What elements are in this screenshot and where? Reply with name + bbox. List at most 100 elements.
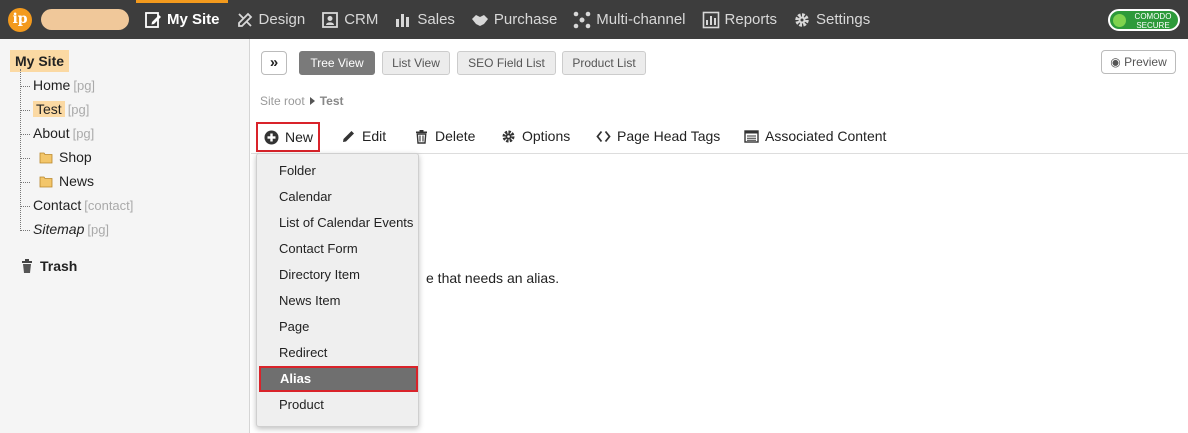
menu-item-alias[interactable]: Alias [259,366,418,392]
plus-circle-icon [264,130,279,144]
menu-item-folder[interactable]: Folder [257,158,418,184]
site-edit-icon [144,11,162,29]
eye-icon: ◉ [1110,55,1121,69]
options-button[interactable]: Options [501,123,570,149]
tab-tree-view[interactable]: Tree View [299,51,375,75]
tree-node-label: News [59,173,95,189]
folder-icon [39,176,53,188]
menu-item-news-item[interactable]: News Item [257,288,418,314]
tree-node-type: [pg] [87,222,110,237]
top-nav: My Site Design CRM Sales Purchase Multi-… [136,0,878,39]
tab-product-list[interactable]: Product List [562,51,646,75]
tree-node-label: About [33,125,70,141]
breadcrumb-separator-icon [309,97,315,105]
nav-reports[interactable]: Reports [694,0,786,39]
expand-sidebar-button[interactable]: » [261,51,287,75]
top-bar: ip My Site Design CRM Sales Purchase Mul… [0,0,1188,39]
tree-node-label: Contact [33,197,82,213]
page-body-text: e that needs an alias. [426,270,560,286]
nav-label: Purchase [493,11,558,28]
tree-node-news[interactable]: News [20,171,94,191]
delete-label: Delete [435,128,476,144]
options-label: Options [522,128,571,144]
page-head-tags-label: Page Head Tags [617,128,721,144]
tree-node-type: [contact] [84,198,134,213]
nav-label: My Site [167,11,220,28]
nav-label: Sales [417,11,455,28]
tree-node-sitemap[interactable]: Sitemap [pg] [20,219,109,239]
bar-chart-icon [394,11,412,29]
nav-my-site[interactable]: My Site [136,0,228,39]
network-icon [573,11,591,29]
menu-item-contact-form[interactable]: Contact Form [257,236,418,262]
tree-node-label: Sitemap [33,221,85,237]
secure-line-1: COMODO [1134,12,1172,21]
delete-button[interactable]: Delete [414,123,475,149]
secure-line-2: SECURE [1136,21,1170,30]
new-button[interactable]: New [256,122,320,152]
tree-node-type: [pg] [67,102,90,117]
nav-sales[interactable]: Sales [386,0,463,39]
tree-node-test[interactable]: Test [pg] [20,99,89,119]
gear-icon [793,11,811,29]
tab-list-view[interactable]: List View [382,51,450,75]
site-tree-sidebar: My Site Home [pg] Test [pg] About [pg] Shop… [0,39,250,433]
menu-item-directory-item[interactable]: Directory Item [257,262,418,288]
page-toolbar: New Edit Delete Options Page Head Tags A… [251,121,1188,154]
menu-item-page[interactable]: Page [257,314,418,340]
pencil-icon [343,130,354,142]
tree-branch [20,205,30,207]
edit-button[interactable]: Edit [341,123,386,149]
tree-node-shop[interactable]: Shop [20,147,92,167]
comodo-secure-badge: COMODO SECURE [1108,9,1180,31]
nav-label: Design [258,11,306,28]
nav-label: Reports [724,11,778,28]
edit-label: Edit [362,128,387,144]
page-head-tags-button[interactable]: Page Head Tags [596,123,720,149]
menu-item-redirect[interactable]: Redirect [257,340,418,366]
trash-node[interactable]: Trash [20,258,77,274]
nav-crm[interactable]: CRM [313,0,386,39]
new-dropdown-menu: Folder Calendar List of Calendar Events … [256,153,419,427]
trash-can-icon [22,259,32,273]
trash-icon [416,129,427,144]
menu-item-product[interactable]: Product [257,392,418,418]
thumbs-up-icon [1113,14,1126,27]
contact-card-icon [321,11,339,29]
nav-multi-channel[interactable]: Multi-channel [565,0,693,39]
handshake-icon [471,11,489,29]
nav-purchase[interactable]: Purchase [463,0,565,39]
nav-label: Settings [816,11,871,28]
nav-design[interactable]: Design [228,0,314,39]
breadcrumb-root[interactable]: Site root [260,94,305,108]
menu-item-list-of-calendar-events[interactable]: List of Calendar Events [257,210,418,236]
nav-settings[interactable]: Settings [785,0,878,39]
tree-node-type: [pg] [73,78,96,93]
code-brackets-icon [596,130,611,142]
tree-node-label: Shop [59,149,92,165]
menu-item-calendar[interactable]: Calendar [257,184,418,210]
pencil-ruler-icon [236,11,254,29]
tree-node-contact[interactable]: Contact [contact] [20,195,133,215]
new-label: New [285,129,314,145]
preview-button[interactable]: ◉ Preview [1101,50,1176,74]
nav-label: Multi-channel [596,11,686,28]
associated-content-button[interactable]: Associated Content [744,123,886,149]
tab-seo-field-list[interactable]: SEO Field List [457,51,556,75]
tree-node-type: [pg] [72,126,95,141]
site-selector[interactable] [41,9,129,30]
tree-branch [20,133,30,135]
folder-icon [39,152,53,164]
tree-root[interactable]: My Site [10,50,70,72]
app-logo[interactable]: ip [8,8,32,32]
nav-label: CRM [344,11,379,28]
tree-node-label: Test [33,101,65,117]
tree-node-about[interactable]: About [pg] [20,123,94,143]
trash-label: Trash [40,258,78,274]
associated-content-label: Associated Content [765,128,887,144]
tree-branch [20,85,30,87]
preview-label: Preview [1124,55,1167,69]
tree-node-home[interactable]: Home [pg] [20,75,95,95]
list-box-icon [744,129,759,143]
tree-branch [20,181,30,183]
